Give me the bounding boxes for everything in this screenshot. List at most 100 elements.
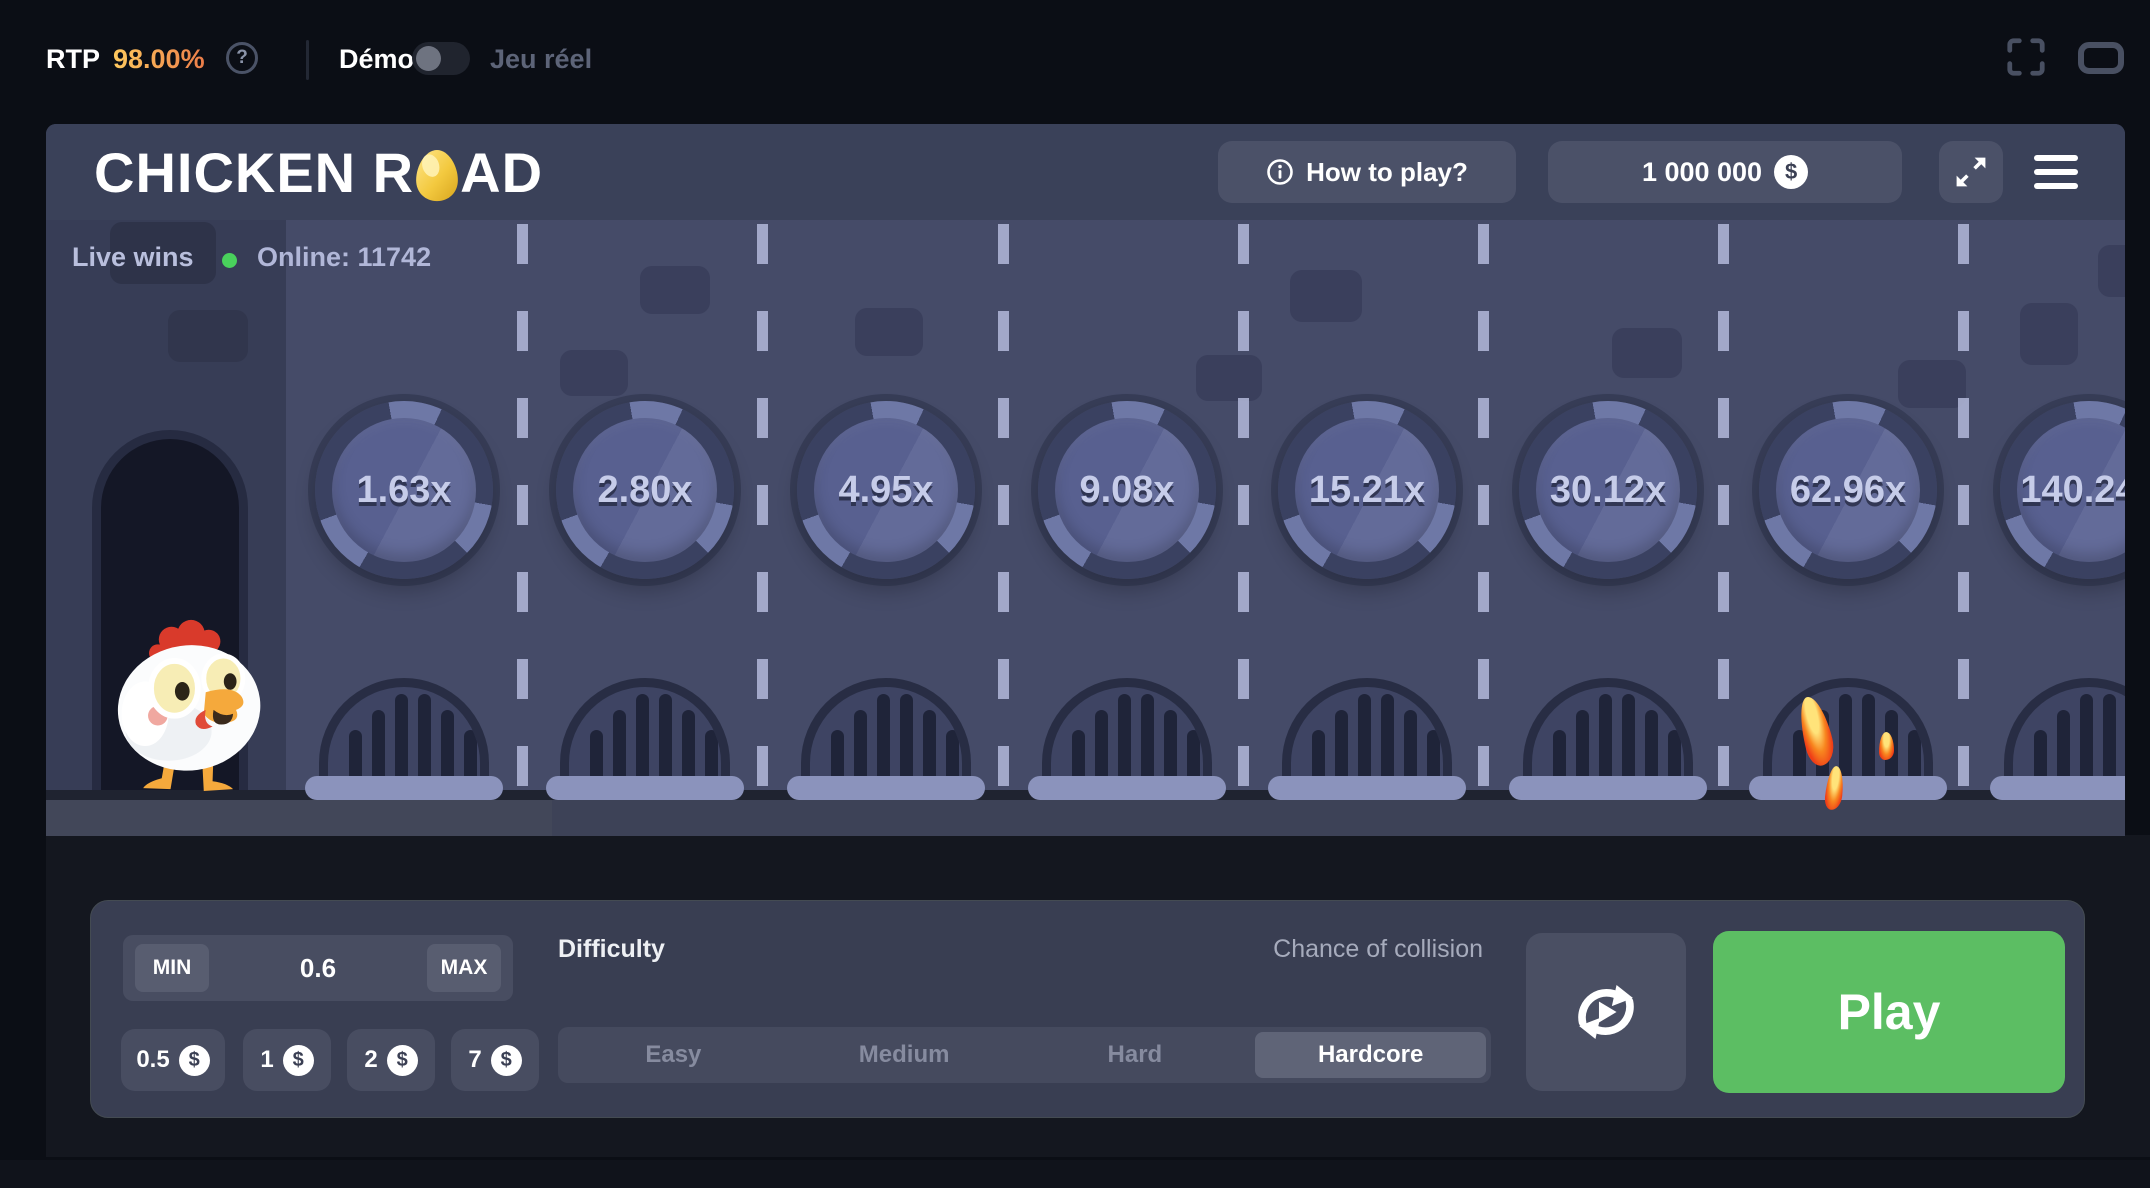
expand-button[interactable]: [1939, 141, 2003, 203]
chance-of-collision-label: Chance of collision: [1083, 935, 1483, 964]
grate-sill: [1990, 776, 2125, 800]
quick-bet-7-button[interactable]: 7 $: [451, 1029, 539, 1091]
difficulty-segmented-control: Easy Medium Hard Hardcore: [558, 1027, 1491, 1083]
grate-sill: [787, 776, 985, 800]
game-frame: CHICKEN R AD How to play? 1 000 00: [46, 124, 2125, 836]
chicken-road-logo: CHICKEN R AD: [94, 140, 543, 205]
live-wins-label[interactable]: Live wins: [72, 242, 194, 273]
quick-bet-2-button[interactable]: 2 $: [347, 1029, 435, 1091]
drain-grate: [1523, 678, 1693, 778]
road-patch: [855, 308, 923, 356]
fullscreen-icon[interactable]: [2005, 36, 2047, 83]
quick-bet-amount: 2: [364, 1046, 377, 1074]
grate-sill: [546, 776, 744, 800]
golden-egg-icon: [413, 146, 461, 204]
demo-label: Démo: [339, 44, 414, 75]
balance-value: 1 000 000: [1642, 157, 1762, 188]
multiplier-face: 30.12x: [1536, 418, 1680, 562]
menu-bar: [2034, 155, 2078, 161]
difficulty-medium[interactable]: Medium: [789, 1027, 1020, 1083]
lane-divider: [1718, 224, 1729, 790]
balance-display: 1 000 000 $: [1548, 141, 1902, 203]
difficulty-hardcore[interactable]: Hardcore: [1255, 1032, 1486, 1078]
difficulty-hard[interactable]: Hard: [1020, 1027, 1251, 1083]
dollar-coin-icon: $: [283, 1045, 314, 1076]
menu-bar: [2034, 183, 2078, 189]
multiplier-target[interactable]: 30.12x: [1519, 401, 1697, 579]
demo-real-toggle[interactable]: [412, 42, 470, 75]
multiplier-face: 140.24x: [2017, 418, 2125, 562]
difficulty-easy[interactable]: Easy: [558, 1027, 789, 1083]
dollar-coin-icon: $: [491, 1045, 522, 1076]
control-panel: 0.6 MIN MAX 0.5 $ 1 $ 2 $ 7 $ Difficulty…: [90, 900, 2085, 1118]
multiplier-target[interactable]: 62.96x: [1759, 401, 1937, 579]
multiplier-face: 2.80x: [573, 418, 717, 562]
min-bet-button[interactable]: MIN: [135, 944, 209, 992]
multiplier-value: 62.96x: [1790, 469, 1906, 512]
lane-divider: [1958, 224, 1969, 790]
max-bet-button[interactable]: MAX: [427, 944, 501, 992]
multiplier-value: 9.08x: [1079, 469, 1174, 512]
lane-divider: [757, 224, 768, 790]
grate-sill: [305, 776, 503, 800]
quick-bet-0.5-button[interactable]: 0.5 $: [121, 1029, 225, 1091]
multiplier-face: 15.21x: [1295, 418, 1439, 562]
multiplier-target[interactable]: 1.63x: [315, 401, 493, 579]
online-status-dot: [222, 253, 237, 268]
dollar-coin-icon: $: [1774, 155, 1808, 189]
difficulty-label: Difficulty: [558, 935, 665, 964]
rtp-label: RTP: [46, 44, 100, 75]
menu-button[interactable]: [2034, 150, 2082, 194]
road-patch: [560, 350, 628, 396]
multiplier-value: 2.80x: [597, 469, 692, 512]
multiplier-value: 1.63x: [356, 469, 451, 512]
curb-sidewalk: [46, 800, 552, 836]
multiplier-value: 4.95x: [838, 469, 933, 512]
playfield: Live wins Online: 11742 1.63x 2.80x 4.95…: [46, 220, 2125, 836]
road-patch: [1196, 355, 1262, 401]
logo-text-left: CHICKEN R: [94, 140, 414, 205]
quick-bet-1-button[interactable]: 1 $: [243, 1029, 331, 1091]
real-money-label: Jeu réel: [490, 44, 592, 75]
road-patch: [1290, 270, 1362, 322]
theater-mode-icon[interactable]: [2078, 42, 2124, 79]
rtp-help-icon[interactable]: ?: [226, 42, 258, 74]
multiplier-value: 140.24x: [2020, 469, 2125, 512]
drain-grate: [560, 678, 730, 778]
multiplier-target[interactable]: 9.08x: [1038, 401, 1216, 579]
dollar-coin-icon: $: [387, 1045, 418, 1076]
drain-grate: [319, 678, 489, 778]
grate-sill: [1268, 776, 1466, 800]
auto-play-icon: [1565, 971, 1647, 1053]
multiplier-face: 4.95x: [814, 418, 958, 562]
grate-sill: [1749, 776, 1947, 800]
road-patch: [2020, 303, 2078, 365]
info-icon: [1266, 158, 1294, 186]
menu-bar: [2034, 169, 2078, 175]
road-patch: [640, 266, 710, 314]
drain-grate: [801, 678, 971, 778]
auto-play-button[interactable]: [1526, 933, 1686, 1091]
grate-sill: [1028, 776, 1226, 800]
lane-divider: [998, 224, 1009, 790]
quick-bet-amount: 0.5: [136, 1046, 169, 1074]
road-patch: [1612, 328, 1682, 378]
multiplier-target[interactable]: 15.21x: [1278, 401, 1456, 579]
play-button[interactable]: Play: [1713, 931, 2065, 1093]
how-to-play-button[interactable]: How to play?: [1218, 141, 1516, 203]
bottom-strip: [0, 1160, 2150, 1188]
multiplier-target[interactable]: 4.95x: [797, 401, 975, 579]
toggle-knob[interactable]: [416, 46, 441, 71]
quick-bet-amount: 1: [260, 1046, 273, 1074]
multiplier-value: 30.12x: [1550, 469, 1666, 512]
online-count-label: Online: 11742: [257, 242, 431, 273]
multiplier-target[interactable]: 140.24x: [2000, 401, 2125, 579]
road-patch: [168, 310, 248, 362]
multiplier-face: 9.08x: [1055, 418, 1199, 562]
how-to-play-label: How to play?: [1306, 157, 1468, 188]
dollar-coin-icon: $: [179, 1045, 210, 1076]
multiplier-target[interactable]: 2.80x: [556, 401, 734, 579]
road-patch: [1898, 360, 1966, 408]
lane-divider: [517, 224, 528, 790]
drain-grate: [1042, 678, 1212, 778]
